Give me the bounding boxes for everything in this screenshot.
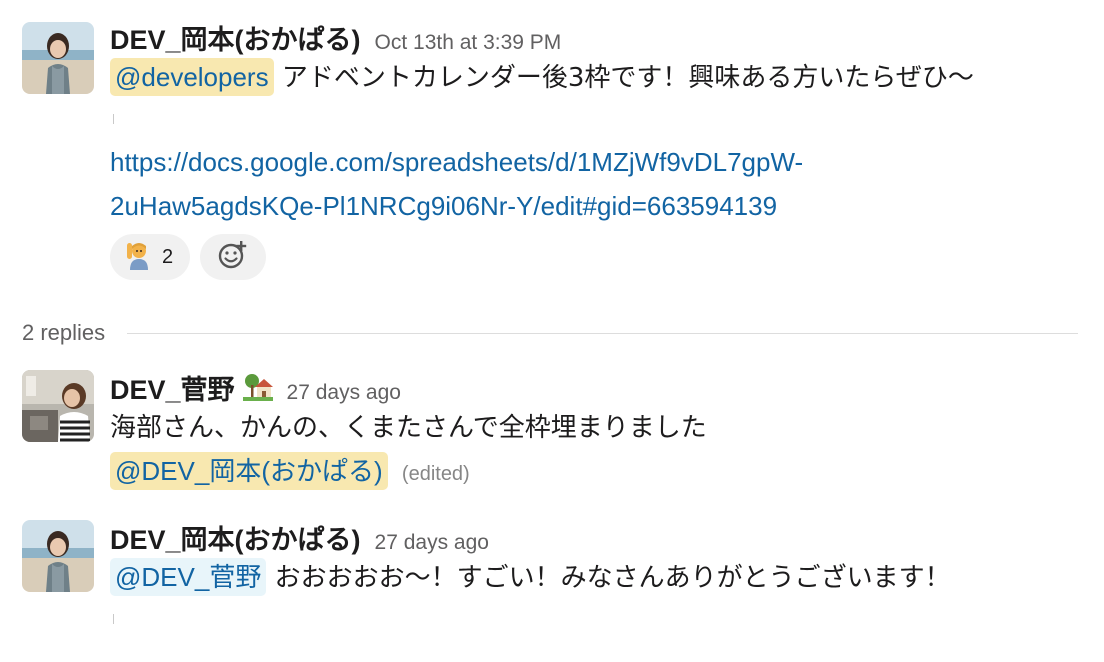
timestamp[interactable]: 27 days ago xyxy=(287,381,401,405)
spreadsheet-link-line-1[interactable]: https://docs.google.com/spreadsheets/d/1… xyxy=(110,140,1094,184)
reactions-bar: 2 xyxy=(110,234,1094,280)
reaction-raising-hand[interactable]: 2 xyxy=(110,234,190,280)
replies-count[interactable]: 2 replies xyxy=(22,320,105,346)
raising-hand-icon xyxy=(122,240,152,274)
sender-name[interactable]: DEV_菅野 xyxy=(110,368,235,407)
edited-label: (edited) xyxy=(401,463,470,485)
avatar[interactable] xyxy=(22,370,94,442)
timestamp[interactable]: 27 days ago xyxy=(375,531,489,555)
line-break-marker xyxy=(113,114,114,124)
add-emoji-icon xyxy=(216,238,250,276)
reaction-count: 2 xyxy=(162,245,174,268)
message-text: @DEV_岡本(おかぱる) (edited) xyxy=(110,450,1094,496)
message-content: DEV_菅野 27 days ago 海部さん、かんの、くまたさんで全枠埋まりま… xyxy=(110,368,1094,496)
mention-dev-okamoto[interactable]: @DEV_岡本(おかぱる) xyxy=(110,452,388,490)
sender-name[interactable]: DEV_岡本(おかぱる) xyxy=(110,18,361,57)
divider-line xyxy=(127,332,1078,334)
spreadsheet-link-line-2[interactable]: 2uHaw5agdsKQe-Pl1NRCg9i06Nr-Y/edit#gid=6… xyxy=(110,184,1094,228)
message-text: @developers アドベントカレンダー後3枠です！興味ある方いたらぜひ〜 xyxy=(110,56,1094,100)
message-content: DEV_岡本(おかぱる) Oct 13th at 3:39 PM @develo… xyxy=(110,18,1094,280)
message-link[interactable]: https://docs.google.com/spreadsheets/d/1… xyxy=(110,140,1094,228)
sender-name[interactable]: DEV_岡本(おかぱる) xyxy=(110,518,361,557)
mention-developers[interactable]: @developers xyxy=(110,58,274,96)
add-reaction-button[interactable] xyxy=(200,234,266,280)
message-body: 海部さん、かんの、くまたさんで全枠埋まりました xyxy=(110,413,707,443)
avatar[interactable] xyxy=(22,520,94,592)
avatar[interactable] xyxy=(22,22,94,94)
message-text: @DEV_菅野 おおおおお〜！すごい！みなさんありがとうございます！ xyxy=(110,556,1094,600)
message-header: DEV_岡本(おかぱる) 27 days ago xyxy=(110,518,1094,557)
timestamp[interactable]: Oct 13th at 3:39 PM xyxy=(375,31,562,55)
message-header: DEV_岡本(おかぱる) Oct 13th at 3:39 PM xyxy=(110,18,1094,57)
message-header: DEV_菅野 27 days ago xyxy=(110,368,1094,407)
message-body: おおおおお〜！すごい！みなさんありがとうございます！ xyxy=(274,563,951,593)
mention-dev-kanno[interactable]: @DEV_菅野 xyxy=(110,558,267,596)
house-with-garden-icon[interactable] xyxy=(242,371,273,401)
line-break-marker xyxy=(113,614,114,624)
replies-divider: 2 replies xyxy=(22,318,1078,348)
message-body: アドベントカレンダー後3枠です！興味ある方いたらぜひ〜 xyxy=(281,63,974,93)
message-content: DEV_岡本(おかぱる) 27 days ago @DEV_菅野 おおおおお〜！… xyxy=(110,518,1094,624)
